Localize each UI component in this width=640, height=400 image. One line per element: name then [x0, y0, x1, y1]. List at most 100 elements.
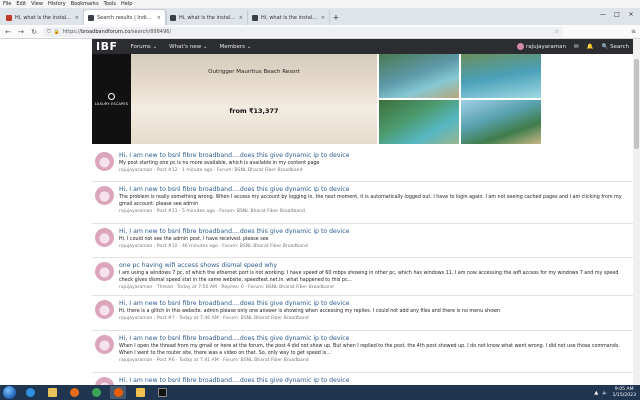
scrollbar-thumb[interactable]: [634, 59, 639, 149]
taskbar-clock[interactable]: 9:05 AM 1/15/2023: [612, 387, 636, 399]
nav-members-label: Members: [219, 43, 245, 50]
nav-whats-new[interactable]: What's new ⌄: [169, 44, 207, 50]
mail-icon[interactable]: ✉: [574, 44, 579, 50]
brand-emblem-icon: [108, 92, 115, 100]
avatar[interactable]: [95, 377, 114, 385]
menu-edit[interactable]: Edit: [16, 1, 26, 7]
site-logo[interactable]: IBF: [96, 40, 118, 53]
nav-forums[interactable]: Forums ⌄: [131, 44, 158, 50]
result-title-link[interactable]: one pc having wifi access shows dismal s…: [119, 262, 629, 270]
result-meta: rajujayaraman · Post #10 · 46 minutes ag…: [119, 244, 308, 249]
search-result-item: Hi, I am new to bsnl fibre broadband....…: [92, 182, 633, 224]
taskbar-app-explorer[interactable]: [44, 386, 60, 399]
tab-close-icon[interactable]: ×: [321, 15, 325, 21]
url-prefix: https://: [63, 28, 81, 35]
taskbar-app-firefox[interactable]: [110, 386, 126, 399]
avatar[interactable]: [95, 228, 114, 247]
tab-close-icon[interactable]: ×: [239, 15, 243, 21]
url-host: broadbandforum.co: [80, 28, 131, 35]
avatar[interactable]: [95, 186, 114, 205]
taskbar-app-files[interactable]: [132, 386, 148, 399]
result-title-link[interactable]: Hi, I am new to bsnl fibre broadband....…: [119, 228, 629, 236]
ad-thumbnail-image: [379, 100, 459, 144]
avatar[interactable]: [95, 262, 114, 281]
windows-taskbar: ▲ 🔈 9:05 AM 1/15/2023: [0, 385, 640, 400]
menu-help[interactable]: Help: [121, 1, 132, 7]
browser-tab[interactable]: Hi, what is the installation cha... ×: [248, 10, 330, 25]
firefox-icon: [113, 388, 123, 397]
maximize-button[interactable]: □: [610, 8, 624, 20]
files-icon: [135, 388, 145, 397]
reload-button[interactable]: ↻: [30, 28, 38, 36]
ad-resort-name: Outrigger Mauritius Beach Resort: [208, 69, 300, 75]
tab-close-icon[interactable]: ×: [75, 15, 79, 21]
user-menu[interactable]: rajujayaraman: [517, 43, 566, 50]
result-title-link[interactable]: Hi, I am new to bsnl fibre broadband....…: [119, 335, 629, 343]
bell-icon[interactable]: 🔔: [587, 44, 594, 50]
system-tray: ▲ 🔈 9:05 AM 1/15/2023: [594, 387, 640, 399]
search-result-item: one pc having wifi access shows dismal s…: [92, 258, 633, 296]
search-results-list: Hi, I am new to bsnl fibre broadband....…: [92, 148, 633, 385]
new-tab-button[interactable]: +: [330, 10, 342, 25]
taskbar-app-media[interactable]: [66, 386, 82, 399]
taskbar-app-chrome[interactable]: [88, 386, 104, 399]
clock-time: 9:05 AM: [614, 386, 634, 392]
menu-history[interactable]: History: [48, 1, 66, 7]
start-button[interactable]: [3, 386, 16, 399]
browser-tab[interactable]: Hi, what is the installation cha... ×: [2, 10, 84, 25]
folder-icon: [47, 388, 57, 397]
ad-thumbnail-image: [379, 54, 459, 98]
avatar[interactable]: [95, 152, 114, 171]
chevron-down-icon: ⌄: [246, 43, 252, 50]
ad-brand-panel: LUXURY ESCAPES: [92, 54, 131, 144]
ad-thumbnails: [379, 54, 633, 144]
result-title-link[interactable]: Hi, I am new to bsnl fibre broadband....…: [119, 300, 629, 308]
page-scrollbar[interactable]: [633, 39, 640, 385]
tray-expand-icon[interactable]: ▲: [594, 390, 598, 396]
ad-thumbnail-image: [461, 54, 541, 98]
taskbar-app-cmd[interactable]: [154, 386, 170, 399]
tab-label: Hi, what is the installation cha...: [179, 14, 236, 21]
url-text: https://broadbandforum.co/search/898496/: [63, 29, 171, 35]
url-path: /search/898496/: [130, 28, 171, 35]
shield-icon[interactable]: ⛉: [47, 29, 51, 35]
browser-tab[interactable]: Hi, what is the installation cha... ×: [166, 10, 248, 25]
avatar[interactable]: [95, 335, 114, 354]
tab-strip: Hi, what is the installation cha... × Se…: [0, 8, 640, 25]
browser-tab-active[interactable]: Search results | India Broadband... ×: [84, 10, 166, 25]
terminal-icon: [157, 388, 167, 397]
lock-icon: 🔒: [53, 28, 60, 35]
nav-whats-new-label: What's new: [169, 43, 202, 50]
nav-members[interactable]: Members ⌄: [219, 44, 251, 50]
menu-bookmarks[interactable]: Bookmarks: [71, 1, 99, 7]
toolbar-right: ≡: [631, 28, 636, 35]
forward-button[interactable]: →: [17, 28, 25, 36]
back-button[interactable]: ←: [4, 28, 12, 36]
nav-forums-label: Forums: [130, 43, 151, 50]
close-window-button[interactable]: ×: [624, 8, 638, 20]
result-title-link[interactable]: Hi, I am new to bsnl fibre broadband....…: [119, 152, 629, 160]
speaker-icon[interactable]: 🔈: [602, 390, 608, 396]
result-snippet: Hi, there is a glitch in this website. a…: [119, 309, 501, 314]
ad-main-image: Outrigger Mauritius Beach Resort from ₹1…: [131, 54, 377, 144]
avatar[interactable]: [95, 300, 114, 319]
search-result-item: Hi, I am new to bsnl fibre broadband....…: [92, 148, 633, 182]
tab-close-icon[interactable]: ×: [157, 15, 161, 21]
chevron-down-icon: ⌄: [202, 43, 208, 50]
result-title-link[interactable]: Hi, I am new to bsnl fibre broadband....…: [119, 186, 629, 194]
chevron-down-icon: ⌄: [152, 43, 158, 50]
navigation-toolbar: ← → ↻ ⛉ 🔒 https://broadbandforum.co/sear…: [0, 25, 640, 39]
address-bar[interactable]: ⛉ 🔒 https://broadbandforum.co/search/898…: [43, 26, 563, 37]
search-button[interactable]: 🔍 Search: [601, 44, 629, 50]
app-menu-icon[interactable]: ≡: [631, 28, 636, 35]
browser-menubar: File Edit View History Bookmarks Tools H…: [0, 0, 640, 8]
taskbar-app-ie[interactable]: [22, 386, 38, 399]
ad-banner[interactable]: LUXURY ESCAPES Outrigger Mauritius Beach…: [92, 54, 633, 144]
menu-view[interactable]: View: [31, 1, 43, 7]
result-title-link[interactable]: Hi, I am new to bsnl fibre broadband....…: [119, 377, 629, 385]
window-controls: — □ ×: [596, 8, 638, 25]
bookmark-star-icon[interactable]: ☆: [555, 29, 559, 35]
minimize-button[interactable]: —: [596, 8, 610, 20]
menu-file[interactable]: File: [3, 1, 11, 7]
menu-tools[interactable]: Tools: [104, 1, 116, 7]
